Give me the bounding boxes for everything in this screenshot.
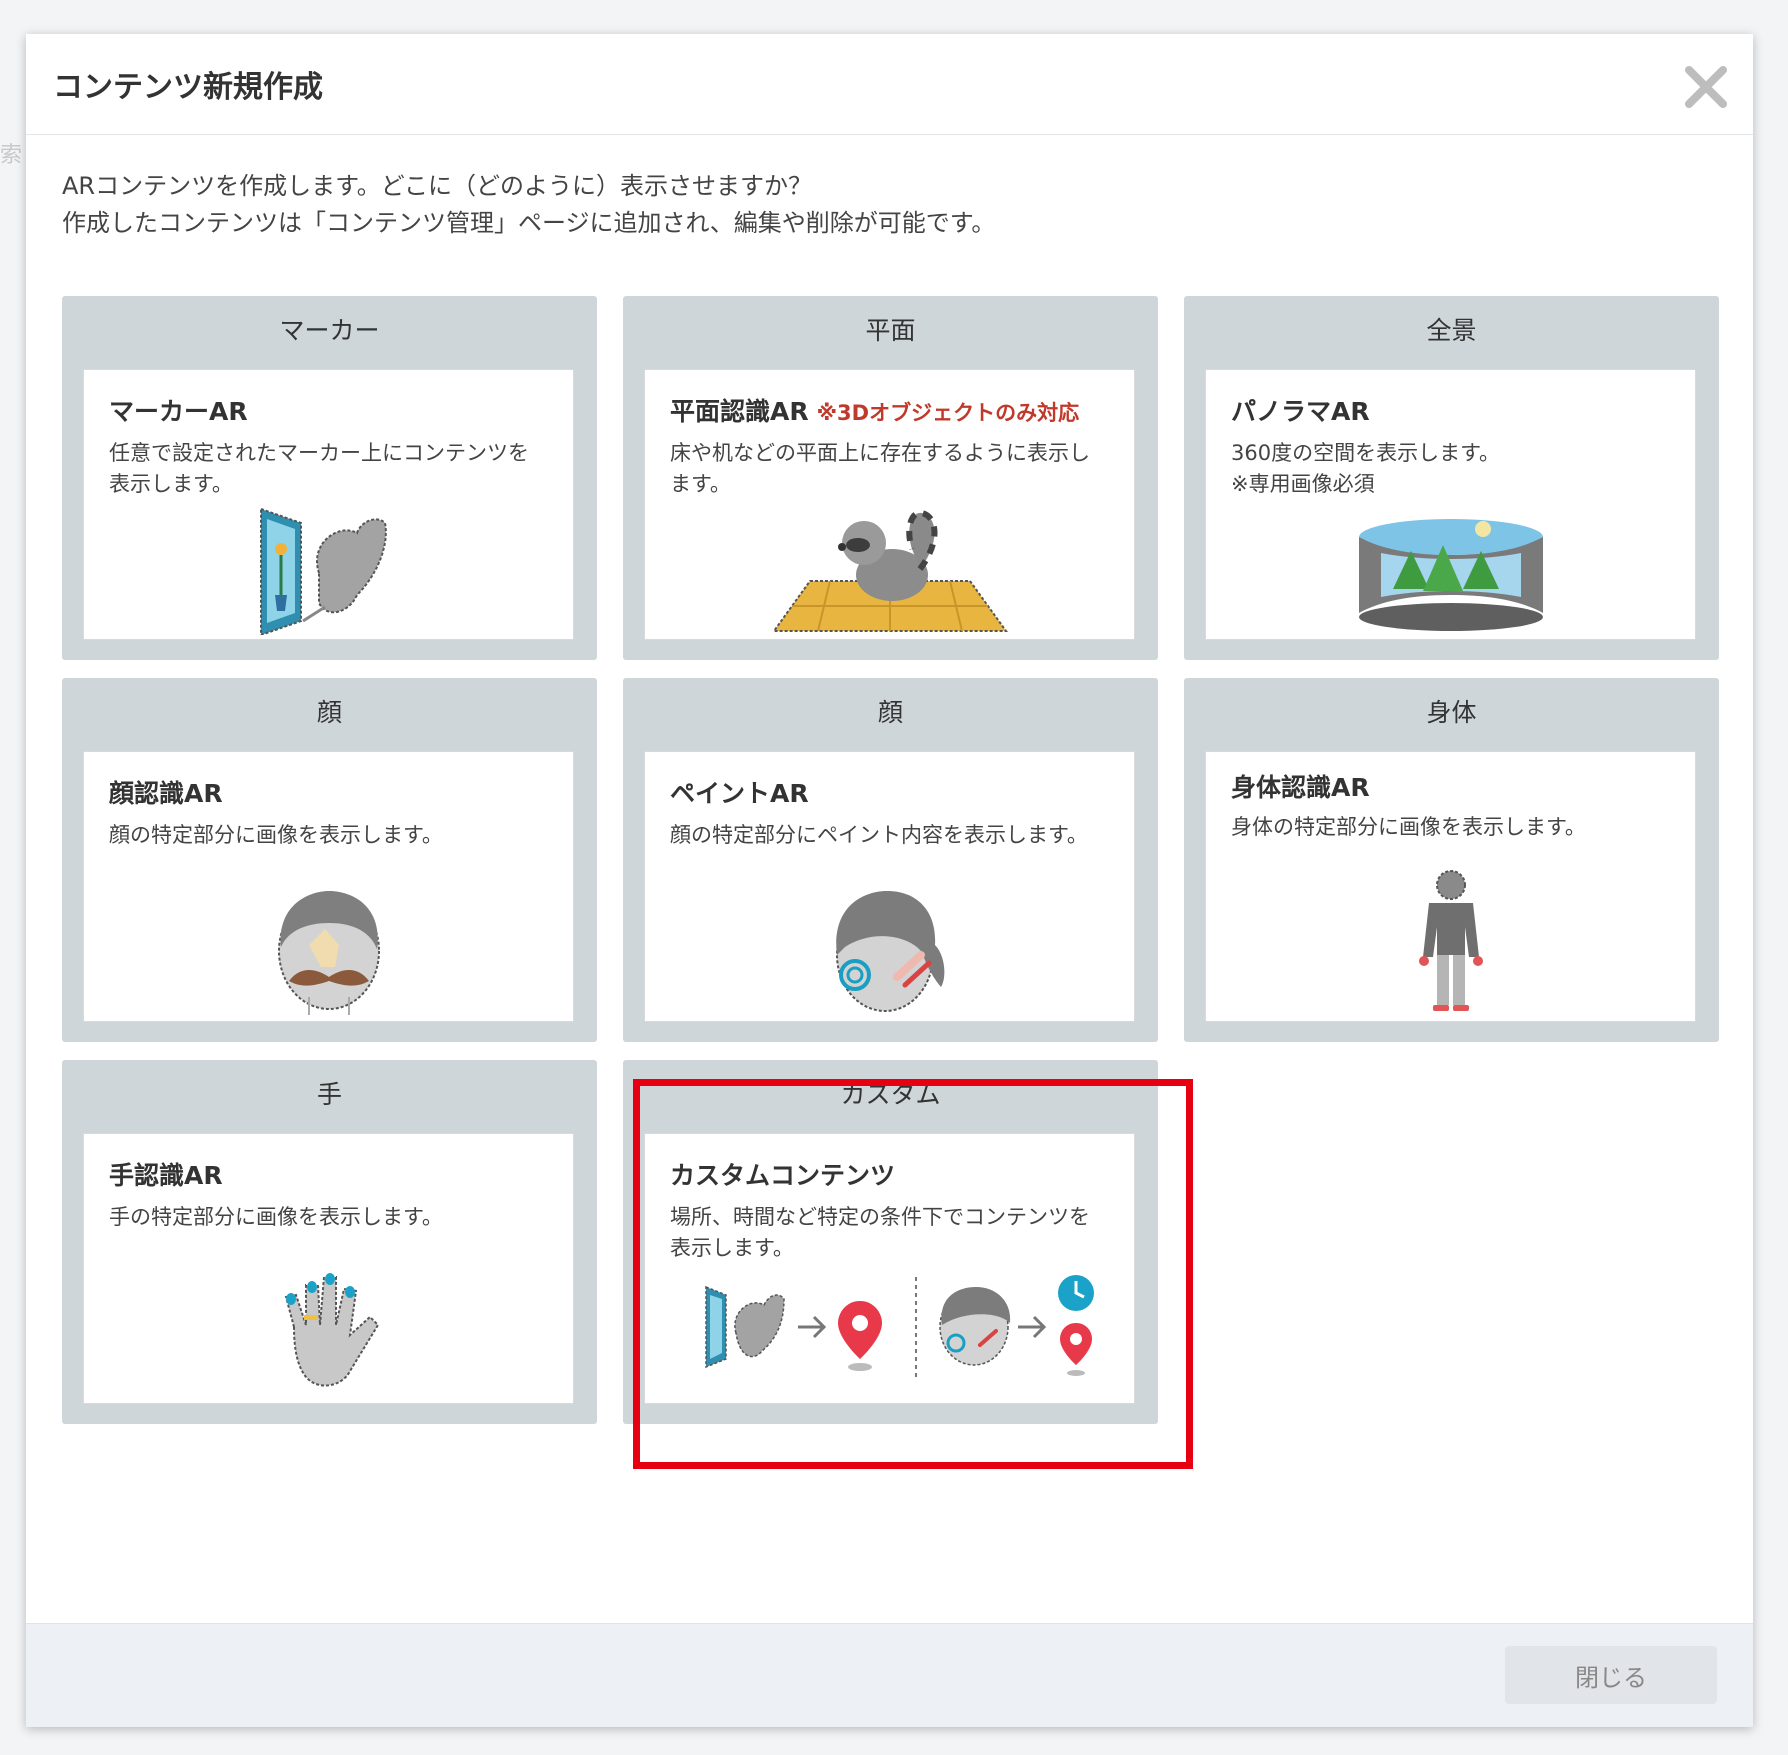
card-note: ※3Dオブジェクトのみ対応 (816, 401, 1080, 425)
card-category: マーカー (279, 316, 380, 345)
background-text: 索 (0, 143, 23, 168)
card-description-line: ※専用画像必須 (1231, 472, 1375, 496)
card-body: 身体 身体認識AR 身体の特定部分に画像を表示します。 (1184, 678, 1719, 1042)
card-custom: カスタム カスタムコンテンツ 場所、時間など特定の条件下でコンテンツを表示します… (623, 1060, 1158, 1424)
intro-line-1: ARコンテンツを作成します。どこに（どのように）表示させますか？ (62, 172, 812, 200)
card-plane: 平面 平面認識AR ※3Dオブジェクトのみ対応 床や机などの平面上に存在するように… (623, 296, 1158, 660)
card-panorama: 全景 パノラマAR 360度の空間を表示します。 ※専用画像必須 (1184, 296, 1719, 660)
card-custom-option[interactable]: カスタムコンテンツ 場所、時間など特定の条件下でコンテンツを表示します。 (644, 1133, 1135, 1404)
card-hand: 手 手認識AR 手の特定部分に画像を表示します。 (62, 1060, 597, 1424)
panorama-icon (1206, 513, 1695, 635)
card-title: 手認識AR (109, 1161, 223, 1190)
card-title: 平面認識AR ※3Dオブジェクトのみ対応 (670, 392, 1079, 428)
custom-flow-icon (645, 1267, 1134, 1399)
card-description: 場所、時間など特定の条件下でコンテンツを表示します。 (670, 1205, 1090, 1260)
card-description: 手の特定部分に画像を表示します。 (109, 1205, 443, 1229)
card-category: 身体 (1426, 698, 1477, 727)
card-title-text: 平面認識AR (670, 397, 809, 426)
card-body-option[interactable]: 身体認識AR 身体の特定部分に画像を表示します。 (1205, 751, 1696, 1022)
hand-icon (84, 1267, 573, 1399)
card-title: パノラマAR (1231, 397, 1370, 426)
card-description: 床や机などの平面上に存在するように表示します。 (670, 441, 1090, 496)
card-title: 身体認識AR (1231, 773, 1370, 802)
marker-butterfly-icon (84, 503, 573, 635)
face-mustache-icon (84, 885, 573, 1017)
card-description: 任意で設定されたマーカー上にコンテンツを表示します。 (109, 441, 529, 496)
card-title: 顔認識AR (109, 779, 223, 808)
card-category: 全景 (1426, 316, 1477, 345)
close-icon[interactable] (1683, 64, 1729, 110)
card-description-line: 360度の空間を表示します。 (1231, 441, 1500, 465)
card-category: 平面 (865, 316, 916, 345)
card-category: カスタム (840, 1080, 941, 1109)
card-title: ペイントAR (670, 779, 809, 808)
card-description: 360度の空間を表示します。 ※専用画像必須 (1231, 438, 1671, 500)
dialog-header: コンテンツ新規作成 (26, 34, 1753, 135)
card-panorama-option[interactable]: パノラマAR 360度の空間を表示します。 ※専用画像必須 (1205, 369, 1696, 640)
card-hand-option[interactable]: 手認識AR 手の特定部分に画像を表示します。 (83, 1133, 574, 1404)
card-marker: マーカー マーカーAR 任意で設定されたマーカー上にコンテンツを表示します。 (62, 296, 597, 660)
card-description: 顔の特定部分にペイント内容を表示します。 (670, 823, 1088, 847)
card-category: 顔 (316, 698, 342, 727)
card-face: 顔 顔認識AR 顔の特定部分に画像を表示します。 (62, 678, 597, 1042)
create-content-dialog: コンテンツ新規作成 ARコンテンツを作成します。どこに（どのように）表示させます… (26, 34, 1753, 1727)
dialog-footer: 閉じる (26, 1623, 1753, 1727)
face-paint-icon (645, 885, 1134, 1017)
card-paint-option[interactable]: ペイントAR 顔の特定部分にペイント内容を表示します。 (644, 751, 1135, 1022)
card-category: 手 (316, 1080, 342, 1109)
card-title: カスタムコンテンツ (670, 1161, 896, 1190)
card-face-option[interactable]: 顔認識AR 顔の特定部分に画像を表示します。 (83, 751, 574, 1022)
card-plane-option[interactable]: 平面認識AR ※3Dオブジェクトのみ対応 床や机などの平面上に存在するように表示し… (644, 369, 1135, 640)
card-marker-option[interactable]: マーカーAR 任意で設定されたマーカー上にコンテンツを表示します。 (83, 369, 574, 640)
dialog-intro: ARコンテンツを作成します。どこに（どのように）表示させますか？ 作成したコンテ… (62, 168, 995, 242)
dialog-title: コンテンツ新規作成 (53, 70, 323, 105)
card-description: 顔の特定部分に画像を表示します。 (109, 823, 443, 847)
card-category: 顔 (877, 698, 903, 727)
card-paint: 顔 ペイントAR 顔の特定部分にペイント内容を表示します。 (623, 678, 1158, 1042)
intro-line-2: 作成したコンテンツは「コンテンツ管理」ページに追加され、編集や削除が可能です。 (62, 209, 996, 237)
raccoon-floor-icon (645, 503, 1134, 635)
card-title: マーカーAR (109, 397, 248, 426)
card-description: 身体の特定部分に画像を表示します。 (1231, 815, 1586, 839)
close-button[interactable]: 閉じる (1505, 1646, 1717, 1704)
body-icon (1206, 867, 1695, 1017)
